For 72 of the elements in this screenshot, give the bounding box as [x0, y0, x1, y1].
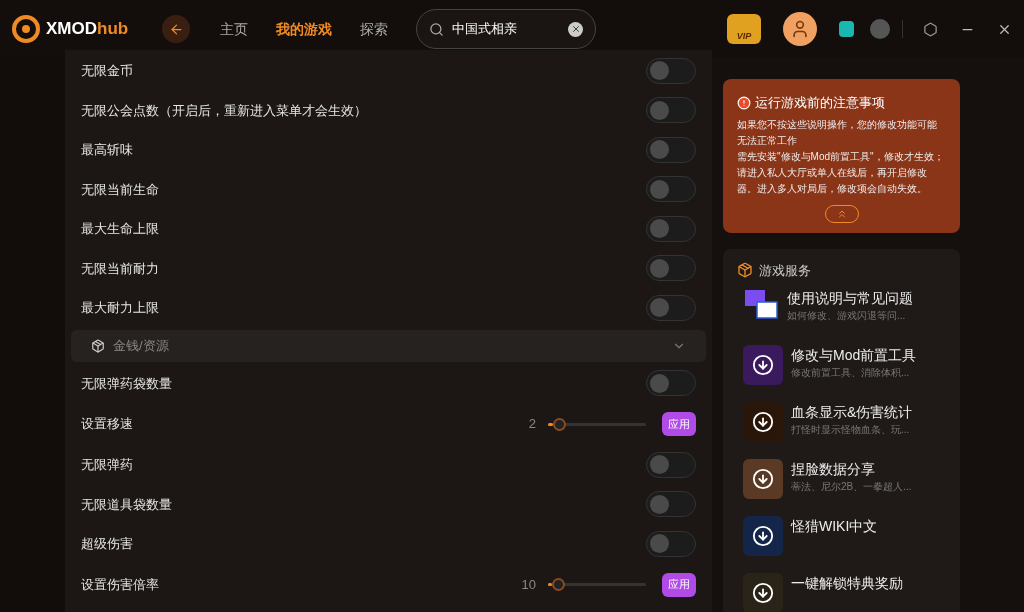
service-subtitle: 打怪时显示怪物血条、玩... [791, 423, 911, 437]
toggle-switch[interactable] [646, 255, 696, 282]
section-header[interactable]: 金钱/资源 [71, 329, 706, 362]
option-label: 超级伤害 [81, 535, 133, 553]
box-icon [737, 262, 753, 279]
service-item[interactable]: 使用说明与常见问题 如何修改、游戏闪退等问... [723, 288, 960, 341]
back-button[interactable] [162, 15, 191, 43]
service-item[interactable]: 血条显示&伤害统计 打怪时显示怪物血条、玩... [723, 402, 960, 455]
notice-text: 需先安装"修改与Mod前置工具"，修改才生效；请进入私人大厅或单人在线后，再开启修改器。进入多人对局后，修改项会自动失效。 [737, 149, 945, 196]
option-label: 无限弹药袋数量 [81, 374, 172, 393]
download-icon [752, 468, 774, 490]
option-label: 最高斩味 [81, 141, 133, 159]
option-label: 设置伤害倍率 [81, 575, 159, 594]
toggle-switch[interactable] [646, 57, 696, 84]
option-label: 无限道具袋数量 [81, 495, 172, 514]
toggle-switch[interactable] [646, 176, 696, 203]
toggle-switch[interactable] [646, 451, 696, 478]
service-title: 捏脸数据分享 [791, 460, 876, 479]
search-icon [429, 21, 445, 37]
toggle-switch[interactable] [646, 136, 696, 163]
option-label: 最大生命上限 [81, 220, 159, 238]
option-label: 无限公会点数（开启后，重新进入菜单才会生效） [81, 101, 367, 120]
settings-icon[interactable] [923, 21, 938, 37]
service-title: 怪猎WIKI中文 [791, 517, 878, 536]
service-item[interactable]: 一键解锁特典奖励 [723, 573, 960, 612]
option-label: 无限弹药 [81, 456, 133, 474]
vip-badge[interactable]: VIP [727, 14, 761, 44]
option-label: 设置移速 [81, 415, 133, 434]
option-label: 最大耐力上限 [81, 299, 159, 317]
service-subtitle: 如何修改、游戏闪退等问... [787, 309, 907, 323]
services-title: 游戏服务 [759, 261, 811, 280]
nav-tab[interactable]: 我的游戏 [276, 18, 333, 40]
download-icon [752, 582, 774, 604]
service-item[interactable]: 怪猎WIKI中文 [723, 516, 960, 569]
avatar[interactable] [783, 12, 817, 46]
option-label: 无限当前耐力 [81, 259, 159, 278]
search-field[interactable]: 中国式相亲 [416, 9, 597, 49]
warning-icon [737, 95, 751, 110]
slider-thumb[interactable] [552, 417, 566, 431]
apply-button[interactable]: 应用 [662, 412, 696, 436]
nav-tab[interactable]: 主页 [220, 18, 249, 40]
option-label: 无限金币 [81, 62, 133, 80]
apply-button[interactable]: 应用 [662, 572, 696, 597]
brand-logo: XMODhub [46, 18, 129, 41]
nav-tab[interactable]: 探索 [360, 18, 389, 40]
toggle-switch[interactable] [646, 530, 696, 557]
logo-icon [12, 15, 40, 43]
service-subtitle: 修改前置工具、消除体积... [791, 366, 911, 380]
download-icon [752, 411, 774, 433]
section-title: 金钱/资源 [113, 336, 169, 355]
toggle-switch[interactable] [646, 370, 696, 397]
service-item[interactable]: 修改与Mod前置工具 修改前置工具、消除体积... [723, 345, 960, 398]
service-title: 血条显示&伤害统计 [791, 403, 913, 422]
service-title: 使用说明与常见问题 [787, 289, 913, 308]
toggle-switch[interactable] [646, 215, 696, 242]
clear-button[interactable] [568, 21, 584, 37]
user-silhouette-icon [790, 19, 810, 39]
notice-title: 运行游戏前的注意事项 [755, 94, 885, 112]
toggle-switch[interactable] [646, 294, 696, 321]
slider-thumb[interactable] [551, 578, 565, 591]
toggle-switch[interactable] [646, 491, 696, 518]
service-title: 修改与Mod前置工具 [791, 346, 917, 365]
option-label: 无限当前生命 [81, 180, 159, 199]
download-icon [752, 525, 774, 547]
download-icon [752, 354, 774, 376]
service-title: 一键解锁特典奖励 [791, 574, 903, 593]
search-value: 中国式相亲 [452, 20, 518, 39]
toggle-switch[interactable] [646, 97, 696, 124]
slider-value: 2 [528, 415, 536, 434]
close-icon [570, 24, 581, 34]
notice-text: 如果您不按这些说明操作，您的修改功能可能无法正常工作 [737, 117, 938, 148]
slider-value: 10 [521, 575, 536, 594]
